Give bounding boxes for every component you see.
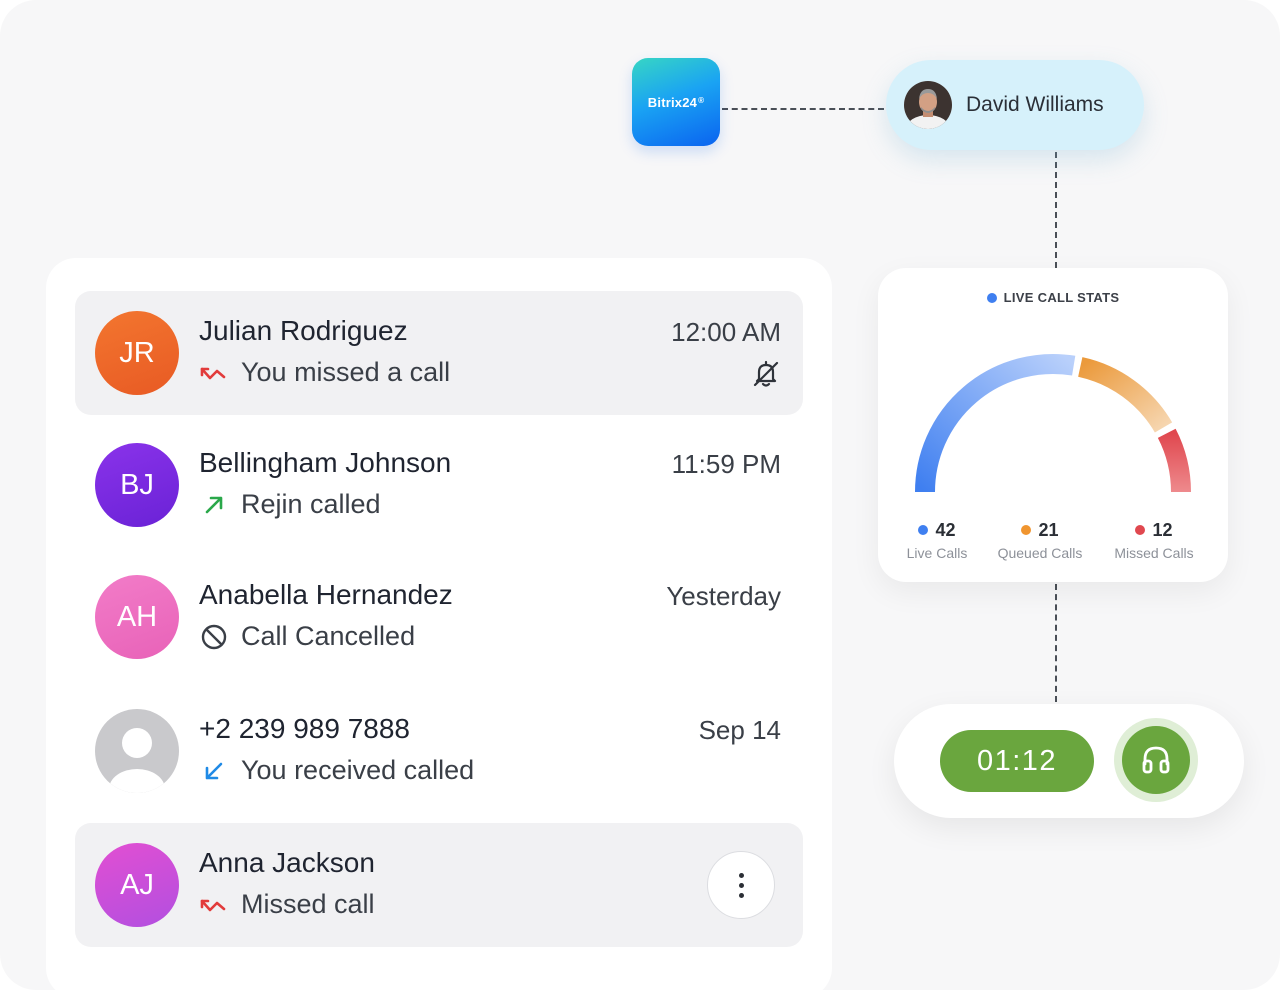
gauge-segment-live — [915, 354, 1076, 493]
legend-dot — [1021, 525, 1032, 535]
contact-name: +2 239 989 7888 — [199, 713, 410, 744]
bitrix24-logo-text: Bitrix24 — [647, 94, 698, 110]
call-status: Rejin called — [199, 489, 381, 520]
gauge-segment-queued — [1077, 357, 1173, 433]
outgoing-call-icon — [199, 490, 229, 520]
live-calls-label: Live Calls — [906, 545, 968, 561]
legend-missed: 12 Missed Calls — [1099, 520, 1209, 561]
cancelled-icon — [199, 622, 229, 652]
missed-call-icon — [199, 358, 229, 388]
contact-avatar — [95, 709, 179, 793]
live-call-stats-card: LIVE CALL STATS 42 Live Calls 21 Queued … — [878, 268, 1228, 582]
call-row[interactable]: AJ Anna Jackson Missed call — [75, 823, 803, 947]
call-status: You missed a call — [199, 357, 450, 388]
queued-calls-label: Queued Calls — [997, 545, 1083, 561]
call-time: Yesterday — [666, 581, 781, 611]
call-row[interactable]: JR Julian Rodriguez You missed a call 12… — [75, 291, 803, 415]
call-status-text: Call Cancelled — [241, 621, 416, 651]
incoming-call-icon — [199, 756, 229, 786]
gauge-segment-missed — [1157, 428, 1191, 493]
contact-avatar: AH — [95, 575, 179, 659]
missed-calls-value: 12 — [1152, 520, 1173, 540]
legend-queued: 21 Queued Calls — [985, 520, 1095, 561]
call-status-text: You missed a call — [241, 357, 451, 387]
headset-button-ring[interactable] — [1114, 718, 1198, 802]
headset-button[interactable] — [1122, 726, 1190, 794]
contact-name: Anna Jackson — [199, 847, 375, 878]
avatar-initials: AJ — [120, 868, 154, 901]
connector-line — [1055, 152, 1057, 268]
headset-icon — [1142, 746, 1170, 774]
call-time: Sep 14 — [698, 715, 781, 745]
missed-call-icon — [199, 890, 229, 920]
dot — [738, 882, 744, 888]
queued-calls-value: 21 — [1038, 520, 1059, 540]
active-call-control: 01:12 — [894, 704, 1244, 818]
call-row[interactable]: BJ Bellingham Johnson Rejin called 11:59… — [75, 423, 803, 547]
agent-photo-icon — [904, 81, 952, 129]
avatar-initials: AH — [116, 600, 158, 633]
bitrix24-logo-mark: ® — [698, 95, 705, 105]
agent-name: David Williams — [966, 93, 1104, 116]
call-status-text: You received called — [241, 755, 475, 785]
call-row[interactable]: +2 239 989 7888 You received called Sep … — [75, 689, 803, 813]
contact-name: Julian Rodriguez — [199, 315, 408, 346]
call-status: Missed call — [199, 889, 375, 920]
dot — [738, 872, 744, 878]
legend-dot — [1135, 525, 1146, 535]
legend-live: 42 Live Calls — [882, 520, 992, 561]
call-status: You received called — [199, 755, 474, 786]
contact-avatar: BJ — [95, 443, 179, 527]
call-time: 12:00 AM — [671, 317, 781, 347]
user-placeholder-icon — [109, 728, 165, 793]
call-timer: 01:12 — [940, 730, 1094, 792]
contact-avatar: AJ — [95, 843, 179, 927]
contact-avatar: JR — [95, 311, 179, 395]
dot — [738, 892, 744, 898]
call-row[interactable]: AH Anabella Hernandez Call Cancelled Yes… — [75, 555, 803, 679]
avatar-initials: BJ — [120, 468, 154, 501]
call-time: 11:59 PM — [671, 449, 781, 479]
connector-line — [1055, 584, 1057, 702]
live-calls-value: 42 — [935, 520, 956, 540]
call-status-text: Missed call — [241, 889, 375, 919]
bell-off-icon[interactable] — [751, 359, 781, 389]
missed-calls-label: Missed Calls — [1114, 545, 1194, 561]
contact-name: Anabella Hernandez — [199, 579, 453, 610]
contact-name: Bellingham Johnson — [199, 447, 452, 478]
agent-card[interactable]: David Williams — [886, 60, 1144, 150]
agent-avatar — [904, 81, 952, 129]
call-status-text: Rejin called — [241, 489, 381, 519]
more-options-button[interactable] — [707, 851, 775, 919]
bitrix24-logo[interactable]: Bitrix24 ® — [632, 58, 720, 146]
avatar-initials: JR — [119, 336, 155, 369]
legend-dot — [918, 525, 929, 535]
connector-line — [722, 108, 884, 110]
call-status: Call Cancelled — [199, 621, 415, 652]
